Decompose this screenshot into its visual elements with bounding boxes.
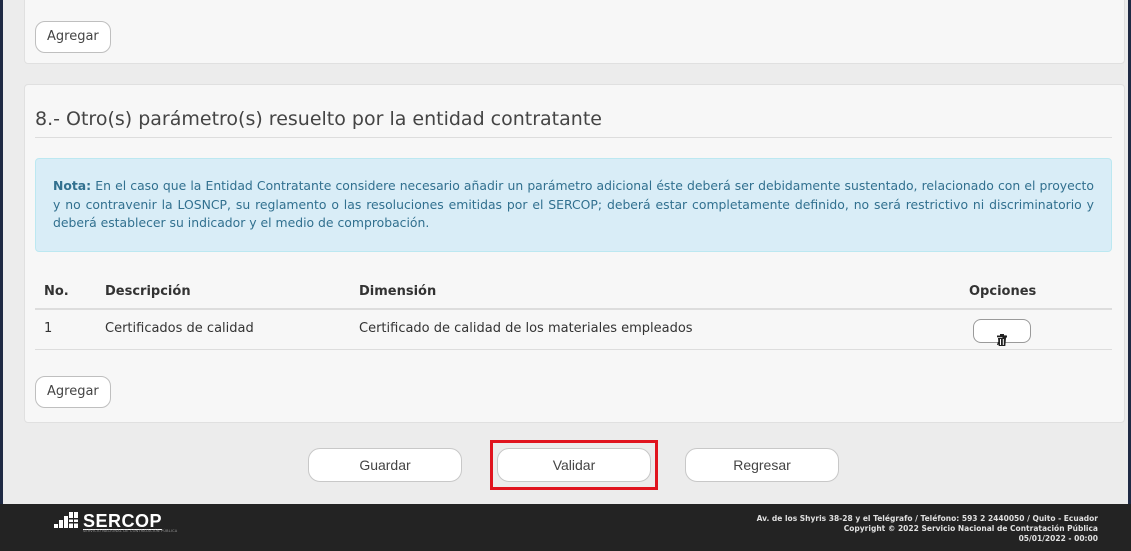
footer-datetime: 05/01/2022 - 00:00: [1018, 534, 1098, 543]
title-divider: [35, 137, 1112, 138]
section-8-panel: 8.- Otro(s) parámetro(s) resuelto por la…: [24, 84, 1125, 423]
row-options: [973, 319, 1031, 346]
previous-section-panel: Agregar: [24, 0, 1125, 64]
header-descripcion: Descripción: [105, 284, 191, 299]
footer-address: Av. de los Shyris 38-28 y el Telégrafo /…: [756, 514, 1098, 523]
add-button-previous-section[interactable]: Agregar: [35, 21, 111, 53]
info-note: Nota: En el caso que la Entidad Contrata…: [35, 158, 1112, 252]
note-text: En el caso que la Entidad Contratante co…: [53, 178, 1094, 230]
section-title: 8.- Otro(s) parámetro(s) resuelto por la…: [35, 108, 602, 130]
trash-icon[interactable]: [993, 331, 1011, 349]
footer-info: Av. de los Shyris 38-28 y el Telégrafo /…: [757, 514, 1098, 544]
sercop-logo-icon: [54, 512, 78, 528]
header-opciones: Opciones: [969, 284, 1037, 299]
table-header: No. Descripción Dimensión Opciones: [35, 274, 1112, 310]
header-dimension: Dimensión: [359, 284, 437, 299]
parameters-table: No. Descripción Dimensión Opciones 1 Cer…: [35, 274, 1112, 350]
cell-no: 1: [44, 321, 53, 336]
back-button[interactable]: Regresar: [685, 448, 839, 482]
table-row: 1 Certificados de calidad Certificado de…: [35, 310, 1112, 350]
logo-subtitle: SERVICIO NACIONAL DE CONTRATACIÓN PÚBLIC…: [83, 529, 178, 533]
save-button[interactable]: Guardar: [308, 448, 462, 482]
note-label: Nota:: [53, 178, 92, 193]
footer-copyright: Copyright © 2022 Servicio Nacional de Co…: [843, 524, 1098, 533]
header-no: No.: [44, 284, 69, 299]
validate-highlight-box: [490, 440, 658, 490]
footer: SERCOP SERVICIO NACIONAL DE CONTRATACIÓN…: [0, 504, 1131, 551]
cell-dimension: Certificado de calidad de los materiales…: [359, 321, 693, 336]
add-parameter-button[interactable]: Agregar: [35, 376, 111, 408]
cell-descripcion: Certificados de calidad: [105, 321, 254, 336]
